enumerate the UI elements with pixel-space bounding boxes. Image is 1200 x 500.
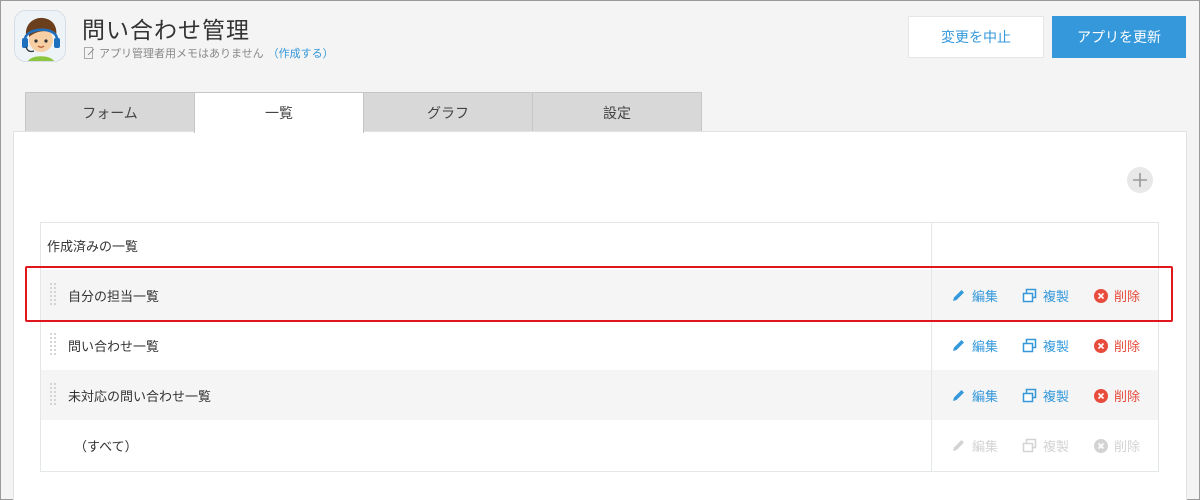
- app-title: 問い合わせ管理: [82, 18, 250, 44]
- delete-icon: [1094, 388, 1108, 403]
- app-icon: [14, 10, 66, 62]
- cancel-changes-button[interactable]: 変更を中止: [908, 16, 1044, 58]
- edit-button: 編集: [951, 436, 998, 455]
- memo-text: アプリ管理者用メモはありません: [99, 47, 264, 60]
- copy-button[interactable]: 複製: [1022, 386, 1069, 405]
- delete-button[interactable]: 削除: [1094, 386, 1140, 405]
- delete-button: 削除: [1094, 436, 1140, 455]
- list-item-name: 問い合わせ一覧: [68, 340, 160, 355]
- list-header: 作成済みの一覧: [47, 240, 139, 255]
- copy-icon: [1022, 438, 1037, 453]
- highlight-box: [25, 266, 1173, 322]
- tab-list[interactable]: 一覧: [194, 92, 364, 133]
- list-item-name: （すべて）: [74, 440, 138, 455]
- delete-label: 削除: [1114, 340, 1141, 355]
- copy-icon: [1022, 388, 1037, 403]
- drag-handle-icon[interactable]: [49, 382, 57, 408]
- tab-graph[interactable]: グラフ: [363, 92, 533, 132]
- delete-icon: [1094, 438, 1108, 453]
- tab-form[interactable]: フォーム: [25, 92, 195, 132]
- update-app-button[interactable]: アプリを更新: [1052, 16, 1186, 58]
- edit-button[interactable]: 編集: [951, 386, 998, 405]
- copy-label: 複製: [1043, 340, 1070, 355]
- copy-label: 複製: [1043, 440, 1070, 455]
- list-item-name: 未対応の問い合わせ一覧: [68, 390, 212, 405]
- tab-settings[interactable]: 設定: [532, 92, 702, 132]
- delete-label: 削除: [1114, 440, 1141, 455]
- edit-label: 編集: [972, 390, 999, 405]
- delete-label: 削除: [1114, 390, 1141, 405]
- edit-button[interactable]: 編集: [951, 336, 998, 355]
- copy-button[interactable]: 複製: [1022, 336, 1069, 355]
- edit-label: 編集: [972, 340, 999, 355]
- pencil-icon: [953, 390, 964, 401]
- pencil-icon: [953, 340, 964, 351]
- pencil-icon: [953, 440, 964, 451]
- drag-handle-icon[interactable]: [49, 332, 57, 358]
- edit-label: 編集: [972, 440, 999, 455]
- copy-button: 複製: [1022, 436, 1069, 455]
- settings-tabs: フォーム 一覧 グラフ 設定: [25, 92, 702, 133]
- delete-button[interactable]: 削除: [1094, 336, 1140, 355]
- plus-icon: [1133, 173, 1147, 187]
- app-memo: アプリ管理者用メモはありません （作成する）: [84, 45, 334, 61]
- add-list-button[interactable]: [1127, 167, 1153, 193]
- column-divider: [931, 222, 932, 472]
- copy-icon: [1022, 338, 1037, 353]
- delete-icon: [1094, 338, 1108, 353]
- memo-icon: [84, 47, 95, 59]
- memo-create-link[interactable]: （作成する）: [268, 45, 334, 61]
- copy-label: 複製: [1043, 390, 1070, 405]
